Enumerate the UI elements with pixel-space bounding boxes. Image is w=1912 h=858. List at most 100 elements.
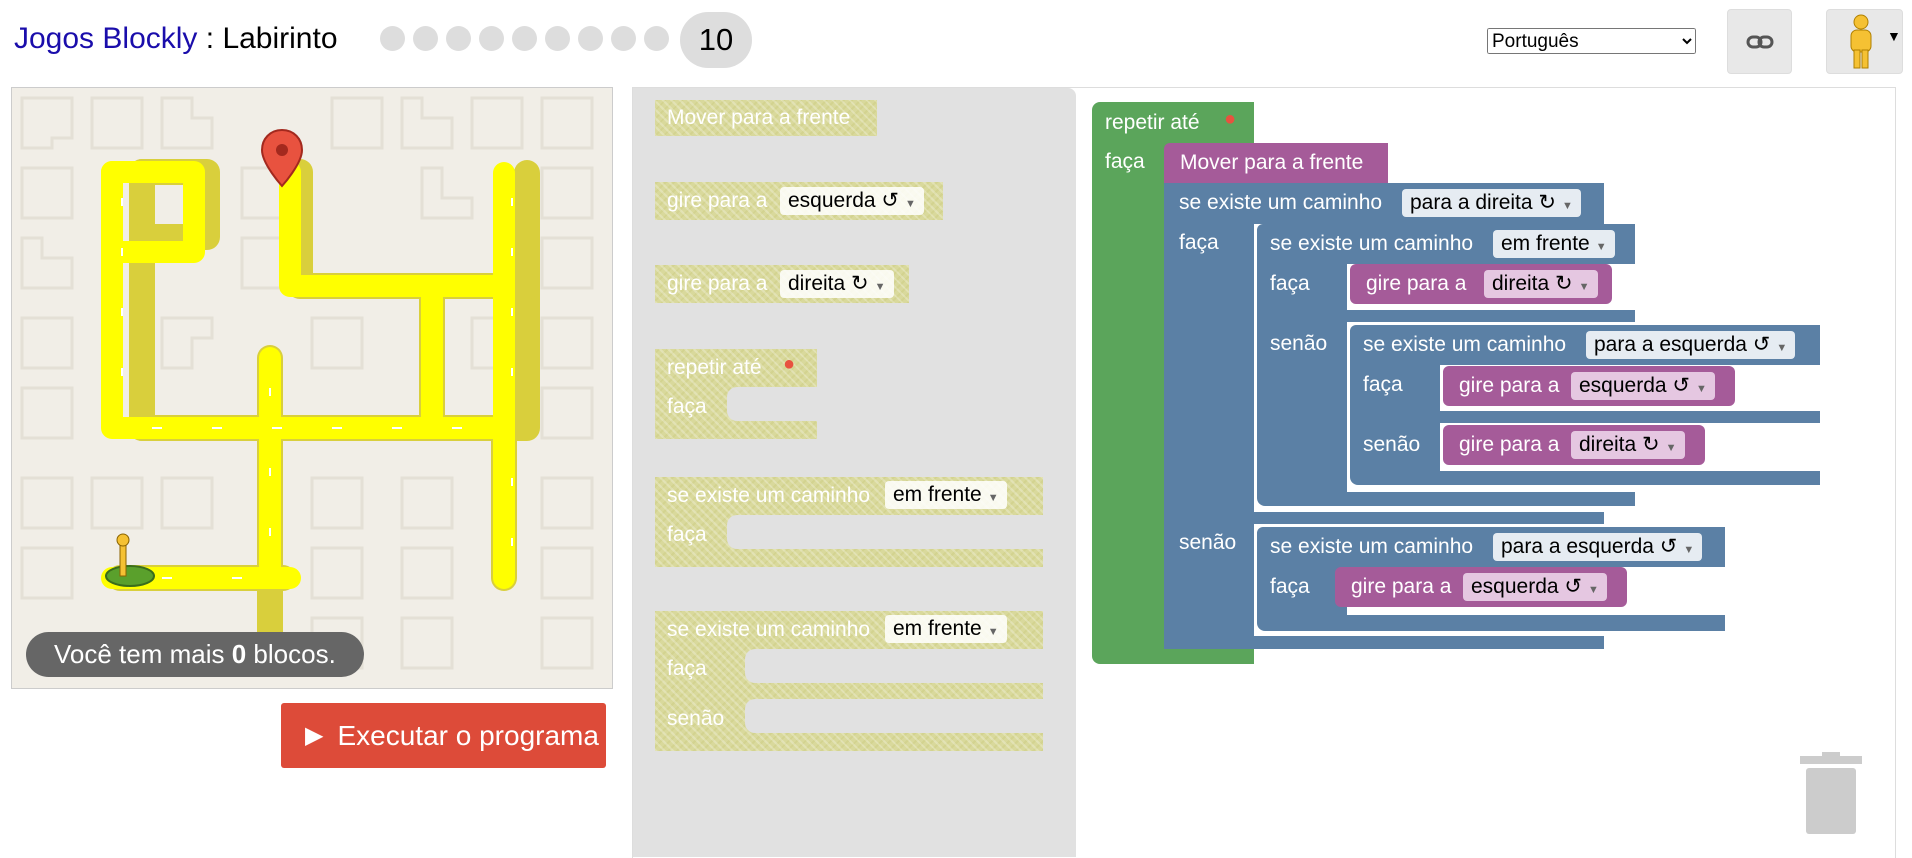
- level-dot-4[interactable]: [479, 26, 504, 51]
- flyout-ifelse-do-slot: [745, 649, 1043, 683]
- if-right-mid-bar: [1260, 512, 1604, 524]
- chevron-down-icon: ▼: [874, 281, 886, 293]
- turn-left-dropdown-1[interactable]: esquerda ↺ ▼: [1571, 372, 1715, 400]
- move-forward-block[interactable]: Mover para a frente: [1164, 143, 1388, 183]
- if-right-bottom-bar: [1260, 638, 1604, 649]
- block-toolbox-flyout: Mover para a frente gire para a esquerda…: [633, 88, 1076, 857]
- chevron-down-icon: ▼: [1578, 281, 1590, 293]
- if-right-do-label: faça: [1179, 231, 1219, 254]
- play-icon: ▶: [305, 722, 324, 749]
- app-home-link[interactable]: Jogos Blockly: [14, 22, 197, 55]
- turn-right-block-2[interactable]: gire para a direita ↻ ▼: [1443, 425, 1705, 465]
- chevron-down-icon: ▼: [987, 492, 999, 504]
- chevron-down-icon: ▼: [1588, 584, 1599, 596]
- level-dot-1[interactable]: [380, 26, 405, 51]
- pegman-icon: [1850, 14, 1872, 69]
- flyout-turn-label: gire para a: [667, 189, 768, 212]
- map-marker-icon: ●: [783, 353, 796, 375]
- flyout-ifelse-else-label: senão: [667, 707, 725, 730]
- flyout-if-direction-value: em frente: [893, 483, 982, 506]
- turn-label-4: gire para a: [1351, 575, 1452, 598]
- if-left-do-label: faça: [1363, 373, 1403, 396]
- pegman-select-button[interactable]: ▼: [1826, 9, 1903, 74]
- flyout-turn-right-dropdown[interactable]: direita ↻ ▼: [780, 270, 894, 298]
- flyout-move-forward-label: Mover para a frente: [667, 106, 851, 129]
- turn-left-block-2[interactable]: gire para a esquerda ↺ ▼: [1335, 567, 1627, 607]
- capacity-prefix: Você tem mais: [54, 639, 232, 669]
- capacity-suffix: blocos.: [246, 639, 336, 669]
- maze-map: [20, 96, 594, 671]
- flyout-ifelse-direction-dropdown[interactable]: em frente ▼: [885, 615, 1007, 643]
- flyout-if-path-label: se existe um caminho: [667, 484, 871, 507]
- repeat-until-label: repetir até: [1105, 111, 1200, 134]
- level-dot-3[interactable]: [446, 26, 471, 51]
- if-left-label-2: se existe um caminho: [1270, 535, 1474, 558]
- turn-right-dropdown-1[interactable]: direita ↻ ▼: [1484, 270, 1598, 298]
- turn-right-dropdown-2[interactable]: direita ↻ ▼: [1571, 431, 1685, 459]
- turn-right-value-2: direita ↻: [1579, 433, 1660, 456]
- flyout-turn-label-2: gire para a: [667, 272, 768, 295]
- language-select[interactable]: Português: [1487, 28, 1696, 54]
- flyout-move-forward-block[interactable]: Mover para a frente: [655, 100, 877, 136]
- link-button[interactable]: [1727, 9, 1792, 74]
- chevron-down-icon: ▼: [1562, 200, 1573, 212]
- move-forward-label: Mover para a frente: [1180, 151, 1364, 174]
- if-left-mid-bar: [1440, 411, 1820, 423]
- if-left-do-label-2: faça: [1270, 575, 1310, 598]
- trash-can-icon[interactable]: [1800, 752, 1862, 834]
- if-left-direction-dropdown-2[interactable]: para a esquerda ↺ ▼: [1493, 533, 1703, 561]
- chevron-down-icon: ▼: [1696, 383, 1707, 395]
- if-left-direction-value: para a esquerda ↺: [1594, 333, 1771, 356]
- flyout-turn-right-value: direita ↻: [788, 272, 869, 295]
- flyout-turn-right-block[interactable]: gire para a direita ↻ ▼: [655, 265, 909, 303]
- current-level-badge[interactable]: 10: [680, 12, 752, 68]
- chevron-down-icon: ▼: [1665, 442, 1677, 454]
- flyout-ifelse-else-slot: [745, 699, 1043, 733]
- chevron-down-icon: ▼: [1887, 28, 1901, 44]
- level-dot-5[interactable]: [512, 26, 537, 51]
- flyout-ifelse-direction-value: em frente: [893, 617, 982, 640]
- turn-label-2: gire para a: [1459, 374, 1560, 397]
- if-left-label: se existe um caminho: [1363, 333, 1567, 356]
- run-program-button[interactable]: ▶ Executar o programa: [281, 703, 606, 768]
- link-icon: [1746, 35, 1773, 48]
- level-dot-9[interactable]: [644, 26, 669, 51]
- start-marker-icon: [105, 533, 155, 587]
- repeat-do-label: faça: [1105, 150, 1145, 173]
- game-name: Labirinto: [222, 22, 338, 55]
- if-left-direction-dropdown[interactable]: para a esquerda ↺ ▼: [1586, 331, 1796, 359]
- level-dot-7[interactable]: [578, 26, 603, 51]
- level-dot-6[interactable]: [545, 26, 570, 51]
- map-marker-icon: ●: [1224, 108, 1237, 130]
- flyout-repeat-until-block[interactable]: repetir até ● faça: [655, 349, 817, 439]
- chevron-down-icon: ▼: [1683, 544, 1695, 556]
- level-dot-2[interactable]: [413, 26, 438, 51]
- if-ahead-direction-value: em frente: [1501, 232, 1590, 255]
- turn-right-block-1[interactable]: gire para a direita ↻ ▼: [1350, 264, 1612, 304]
- block-capacity-label: Você tem mais 0 blocos.: [26, 632, 364, 677]
- turn-left-value-1: esquerda ↺: [1579, 374, 1690, 397]
- if-ahead-else-label: senão: [1270, 332, 1328, 355]
- flyout-if-slot: [727, 515, 1043, 549]
- flyout-if-path-block[interactable]: se existe um caminho em frente ▼ faça: [655, 477, 1043, 567]
- flyout-if-direction-dropdown[interactable]: em frente ▼: [885, 481, 1007, 509]
- if-right-else-label: senão: [1179, 531, 1237, 554]
- if-ahead-direction-dropdown[interactable]: em frente ▼: [1493, 230, 1615, 258]
- turn-left-block-1[interactable]: gire para a esquerda ↺ ▼: [1443, 366, 1735, 406]
- flyout-if-else-block[interactable]: se existe um caminho em frente ▼ faça sen…: [655, 611, 1043, 751]
- flyout-turn-left-value: esquerda ↺: [788, 189, 899, 212]
- title-separator: :: [197, 22, 223, 55]
- turn-right-value-1: direita ↻: [1492, 272, 1573, 295]
- level-dot-8[interactable]: [611, 26, 636, 51]
- trash-icon: [1800, 752, 1862, 834]
- turn-left-value-2: esquerda ↺: [1471, 575, 1582, 598]
- flyout-turn-left-block[interactable]: gire para a esquerda ↺ ▼: [655, 182, 943, 220]
- maze-canvas: [11, 87, 613, 689]
- if-right-direction-dropdown[interactable]: para a direita ↻ ▼: [1402, 189, 1581, 217]
- chevron-down-icon: ▼: [1776, 342, 1788, 354]
- if-right-direction-value: para a direita ↻: [1410, 191, 1557, 214]
- turn-left-dropdown-2[interactable]: esquerda ↺ ▼: [1463, 573, 1607, 601]
- flyout-ifelse-do-label: faça: [667, 657, 707, 680]
- flyout-ifelse-path-label: se existe um caminho: [667, 618, 871, 641]
- flyout-turn-left-dropdown[interactable]: esquerda ↺ ▼: [780, 187, 924, 215]
